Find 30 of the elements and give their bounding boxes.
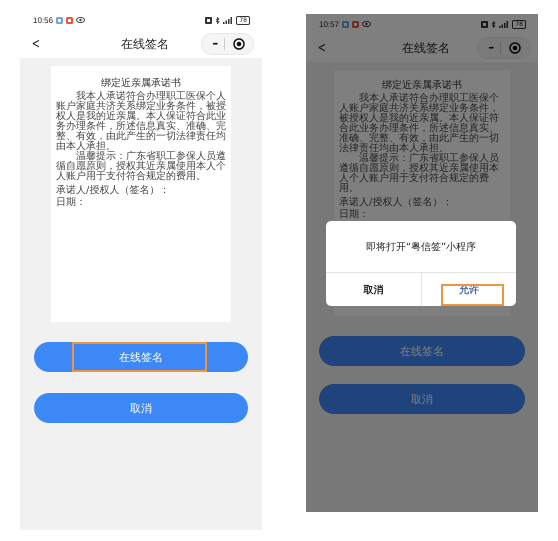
signature-line: 承诺人/授权人（签名）： [339, 198, 454, 208]
signal-icon [499, 20, 510, 28]
date-line: 日期： [339, 210, 370, 220]
document-paragraph: 我本人承诺符合办理职工医保个人账户家庭共济关系绑定业务条件，被授权人是我的近亲属。本人保证符合此业务办理条件，所述信息真实、准确、完整、有效，由此产生的一切法律责任均由本人承担。 [56, 92, 226, 152]
target-icon [233, 38, 245, 50]
sign-online-button[interactable]: 在线签名 [319, 336, 525, 366]
date-line: 日期： [56, 198, 87, 208]
document-title: 绑定近亲属承诺书 [381, 80, 463, 91]
eye-icon [76, 17, 86, 23]
cancel-button[interactable]: 取消 [326, 273, 422, 306]
document-paragraph: 温馨提示：广东省职工参保人员遵循自愿原则，授权其近亲属使用本人个人账户用于支付符合规定的费用。 [56, 152, 226, 182]
bluetooth-icon [215, 16, 220, 24]
status-time: 10:56 [33, 16, 54, 24]
document-title: 绑定近亲属承诺书 [100, 78, 182, 89]
cancel-button[interactable]: 取消 [34, 393, 248, 423]
page-title: 在线签名 [401, 40, 452, 56]
signal-icon [223, 16, 234, 24]
dialog-message: 即将打开“粤信签”小程序 [326, 221, 516, 273]
back-button[interactable]: < [314, 40, 329, 56]
document-paragraph: 温馨提示：广东省职工参保人员遵循自愿原则，授权其近亲属使用本人个人账户用于支付符合规定的费用。 [339, 154, 500, 194]
bluetooth-icon [491, 20, 496, 28]
document-paragraph: 我本人承诺符合办理职工医保个人账户家庭共济关系绑定业务条件，被授权人是我的近亲属。本人保证符合此业务办理条件，所述信息真实、准确、完整、有效，由此产生的一切法律责任均由本人承担。 [339, 94, 500, 154]
sign-online-button[interactable]: 在线签名 [34, 342, 248, 372]
page-title: 在线签名 [120, 36, 170, 52]
eye-icon [362, 21, 372, 27]
signature-line: 承诺人/授权人（签名）： [56, 186, 170, 196]
target-icon [509, 42, 521, 54]
cancel-button[interactable]: 取消 [319, 384, 525, 414]
status-time: 10:57 [319, 20, 340, 28]
back-button[interactable]: < [28, 36, 43, 52]
